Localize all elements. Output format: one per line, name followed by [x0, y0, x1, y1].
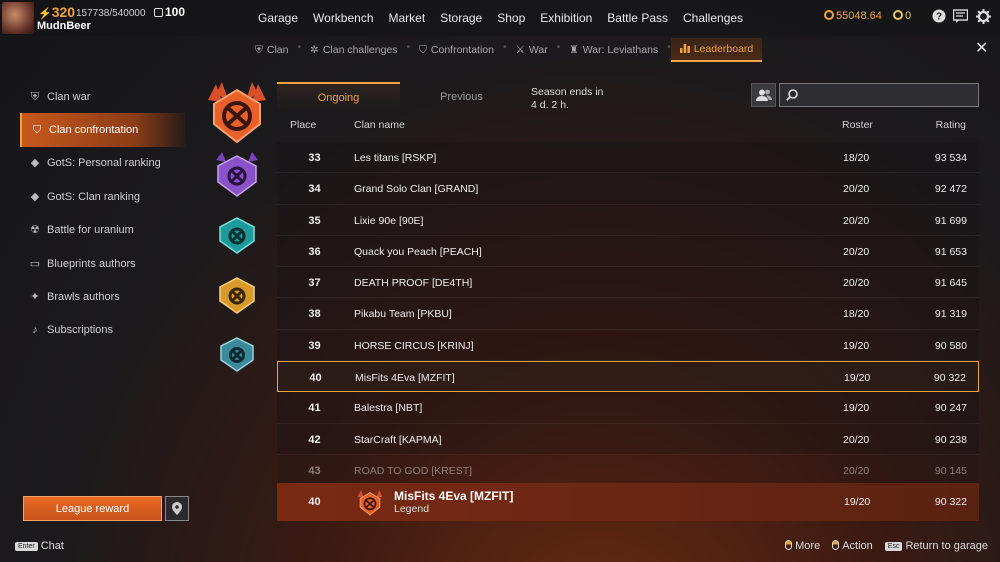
more-hint[interactable]: More	[785, 540, 820, 552]
esc-key-icon: Esc	[884, 542, 903, 551]
season-timer: Season ends in 4 d. 2 h.	[531, 86, 604, 111]
coins-balance[interactable]: 55048.64	[824, 10, 882, 22]
table-row[interactable]: 37 DEATH PROOF [DE4TH] 20/20 91 645	[277, 267, 979, 299]
search-input[interactable]	[804, 89, 974, 101]
blueprint-car-icon: ▭	[29, 257, 41, 270]
main-nav: Garage Workbench Market Storage Shop Exh…	[258, 11, 743, 25]
war-icon: ⚔	[515, 44, 525, 56]
coin-icon	[824, 10, 834, 20]
gots-personal-icon: ◆	[30, 157, 40, 170]
legend-league-emblem	[208, 82, 266, 144]
nav-storage[interactable]: Storage	[440, 11, 482, 25]
table-row[interactable]: 33 Les titans [RSKP] 18/20 93 534	[277, 142, 979, 174]
subnav-war[interactable]: ⚔ War	[506, 38, 556, 62]
chat-hint[interactable]: Enter Chat	[15, 540, 64, 552]
footer-hints: More Action Esc Return to garage	[785, 540, 988, 552]
header-clan-name: Clan name	[354, 119, 405, 131]
table-header: Place Clan name Roster Rating	[277, 116, 979, 136]
sidebar-item-battle-for-uranium[interactable]: ☢ Battle for uranium	[20, 214, 185, 247]
leaderboard-sidebar: ⛨ Clan war ⛉ Clan confrontation ◆ GotS: Per…	[20, 80, 185, 347]
table-row[interactable]: 39 HORSE CIRCUS [KRINJ] 19/20 90 580	[277, 329, 979, 362]
tab-previous[interactable]: Previous	[400, 82, 523, 112]
location-pin-button[interactable]	[165, 496, 189, 521]
nav-shop[interactable]: Shop	[497, 11, 525, 25]
purple-league-emblem	[216, 152, 258, 197]
subnav-war-leviathans[interactable]: ♜ War: Leviathans	[560, 38, 667, 62]
bell-icon: ♪	[32, 324, 38, 337]
messages-icon[interactable]	[952, 9, 969, 24]
action-hint[interactable]: Action	[832, 540, 873, 552]
level-icon: ⚡	[38, 8, 52, 20]
header-roster: Roster	[842, 119, 873, 131]
clan-subnav: ⛨ Clan • ✲ Clan challenges • ⛉ Confrontatio…	[246, 38, 763, 62]
sidebar-item-clan-war[interactable]: ⛨ Clan war	[20, 80, 185, 113]
badges-balance[interactable]: 0	[893, 10, 911, 22]
subnav-confrontation[interactable]: ⛉ Confrontation	[410, 38, 503, 62]
header-place: Place	[290, 119, 317, 131]
table-row[interactable]: 38 Pikabu Team [PKBU] 18/20 91 319	[277, 298, 979, 330]
sidebar-item-brawls-authors[interactable]: ✦ Brawls authors	[20, 280, 185, 313]
sidebar-item-gots-personal[interactable]: ◆ GotS: Personal ranking	[20, 147, 185, 180]
username: MudnBeer	[37, 20, 91, 32]
own-clan-summary-row[interactable]: 40 MisFits 4Eva [MZFIT] Legend 19/20 90 …	[277, 483, 979, 521]
nav-garage[interactable]: Garage	[258, 11, 298, 25]
subnav-clan[interactable]: ⛨ Clan	[246, 38, 297, 62]
sidebar-item-blueprints-authors[interactable]: ▭ Blueprints authors	[20, 247, 185, 280]
shield-icon: ⛨	[30, 90, 40, 103]
legend-league-small-emblem	[357, 490, 383, 516]
silver-league-emblem	[220, 337, 254, 372]
table-row[interactable]: 34 Grand Solo Clan [GRAND] 20/20 92 472	[277, 173, 979, 205]
xp-progress: 157738/540000	[76, 8, 146, 19]
challenges-icon: ✲	[310, 44, 319, 56]
tab-ongoing[interactable]: Ongoing	[277, 82, 400, 112]
people-icon	[755, 89, 772, 101]
leaderboard-bars-icon	[679, 43, 690, 56]
location-pin-icon	[172, 502, 182, 515]
gots-clan-icon: ◆	[30, 190, 40, 203]
nav-challenges[interactable]: Challenges	[683, 11, 743, 25]
search-icon	[786, 89, 798, 101]
teal-league-emblem	[219, 217, 255, 254]
rank-icon	[154, 8, 163, 17]
confrontation-shield-icon: ⛉	[32, 124, 42, 137]
table-row-own-clan[interactable]: 40 MisFits 4Eva [MZFIT] 19/20 90 322	[277, 361, 979, 393]
help-icon[interactable]: ?	[931, 9, 946, 24]
league-reward-button[interactable]: League reward	[23, 496, 162, 521]
brawl-flame-icon: ✦	[30, 291, 40, 304]
clan-icon: ⛨	[255, 43, 263, 56]
return-to-garage-hint[interactable]: Esc Return to garage	[884, 540, 988, 552]
sidebar-item-gots-clan[interactable]: ◆ GotS: Clan ranking	[20, 180, 185, 213]
nav-market[interactable]: Market	[389, 11, 426, 25]
svg-text:?: ?	[935, 12, 941, 23]
close-icon[interactable]: ✕	[975, 38, 988, 58]
table-row[interactable]: 36 Quack you Peach [PEACH] 20/20 91 653	[277, 235, 979, 268]
enter-key-icon: Enter	[15, 542, 38, 551]
subnav-leaderboard[interactable]: Leaderboard	[670, 38, 763, 62]
avatar[interactable]	[2, 2, 34, 34]
search-box[interactable]	[779, 83, 979, 107]
mouse-icon	[832, 540, 840, 550]
table-row[interactable]: 41 Balestra [NBT] 19/20 90 247	[277, 392, 979, 424]
rank-badge: 100	[154, 5, 185, 19]
gold-league-emblem	[219, 277, 255, 314]
nav-exhibition[interactable]: Exhibition	[540, 11, 592, 25]
sidebar-item-subscriptions[interactable]: ♪ Subscriptions	[20, 314, 185, 347]
sidebar-item-clan-confrontation[interactable]: ⛉ Clan confrontation	[20, 113, 185, 147]
settings-gear-icon[interactable]	[976, 9, 991, 24]
nav-battle-pass[interactable]: Battle Pass	[607, 11, 668, 25]
table-row[interactable]: 43 ROAD TO GOD [KREST] 20/20 90 145	[277, 454, 979, 487]
header-rating: Rating	[935, 119, 966, 131]
subnav-clan-challenges[interactable]: ✲ Clan challenges	[301, 38, 407, 62]
player-level: ⚡320	[38, 4, 76, 20]
uranium-icon: ☢	[30, 224, 40, 237]
friends-filter-button[interactable]	[751, 83, 776, 107]
confrontation-icon: ⛉	[419, 43, 427, 56]
table-row[interactable]: 35 Lixie 90e [90E] 20/20 91 699	[277, 204, 979, 236]
nav-workbench[interactable]: Workbench	[313, 11, 373, 25]
table-row[interactable]: 42 StarCraft [KAPMA] 20/20 90 238	[277, 423, 979, 455]
mouse-icon	[785, 540, 793, 550]
badge-coin-icon	[893, 10, 903, 20]
leaderboard-table: 33 Les titans [RSKP] 18/20 93 534 34 Grand S…	[277, 142, 979, 487]
leviathan-icon: ♜	[569, 44, 579, 56]
